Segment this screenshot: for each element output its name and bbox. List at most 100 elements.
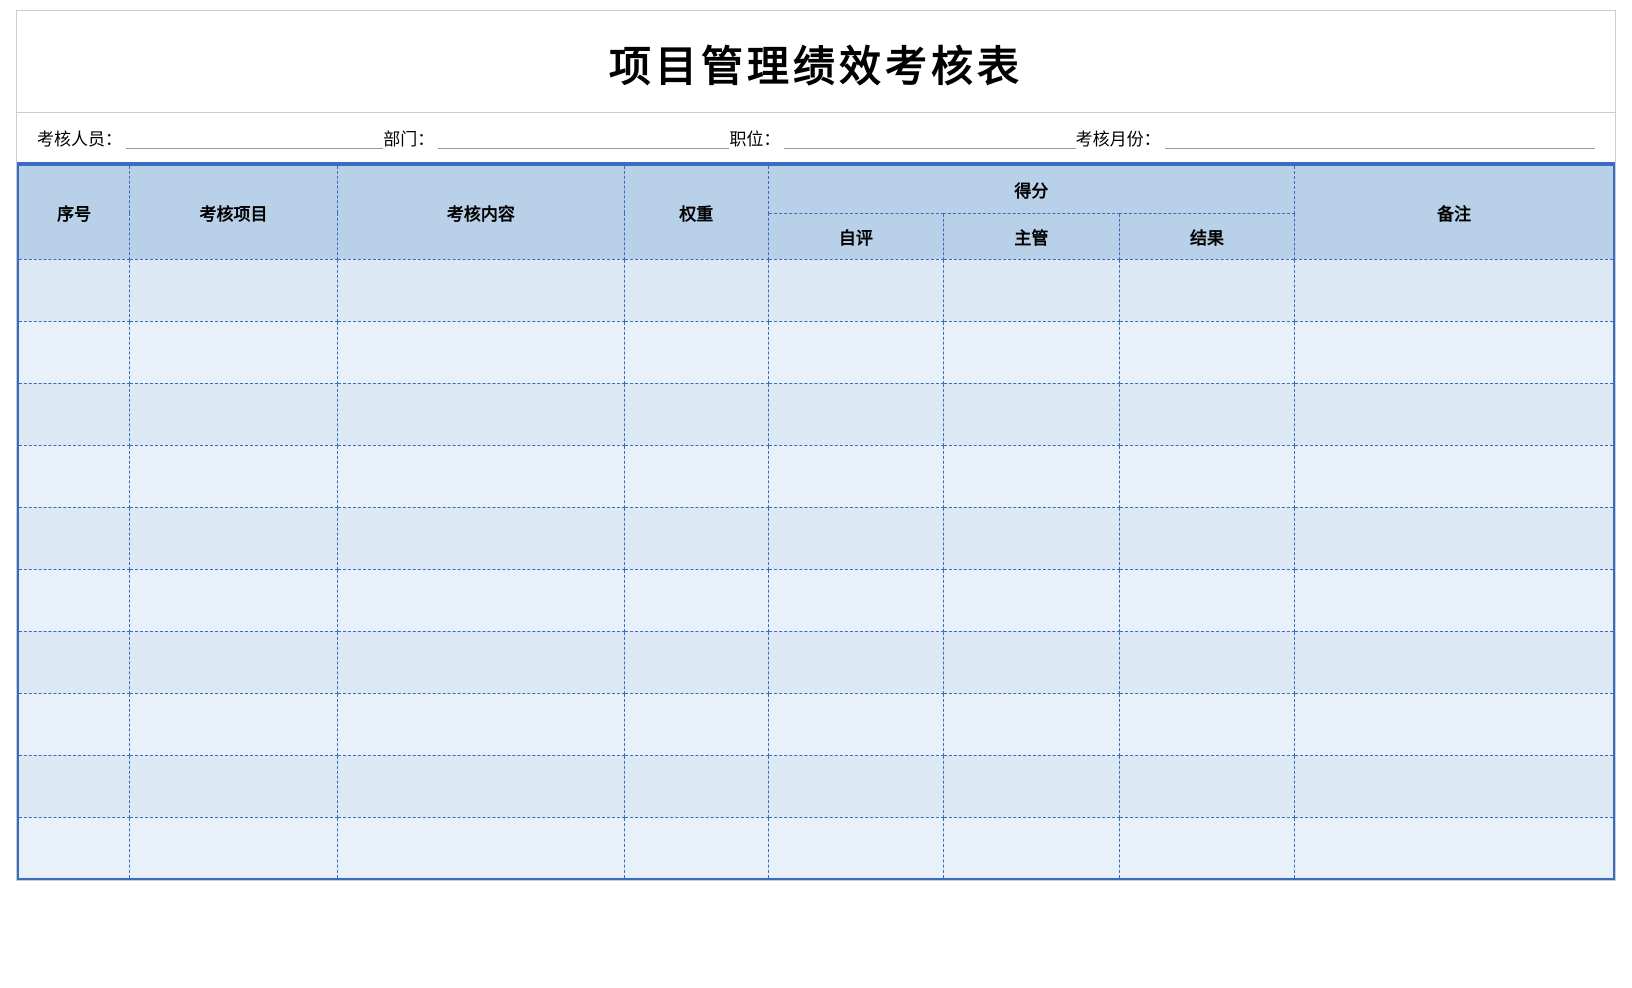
table-cell[interactable] — [768, 631, 944, 693]
position-field: 职位： — [729, 125, 1075, 150]
table-cell[interactable] — [1119, 259, 1295, 321]
table-cell[interactable] — [944, 817, 1120, 879]
table-cell[interactable] — [1295, 259, 1614, 321]
table-row — [18, 507, 1614, 569]
table-cell[interactable] — [130, 259, 337, 321]
table-cell[interactable] — [944, 569, 1120, 631]
table-cell[interactable] — [768, 321, 944, 383]
table-row — [18, 755, 1614, 817]
table-cell[interactable] — [1295, 631, 1614, 693]
reviewer-value[interactable] — [126, 127, 383, 149]
table-cell[interactable] — [337, 569, 624, 631]
table-cell[interactable] — [944, 755, 1120, 817]
table-cell[interactable] — [18, 755, 130, 817]
table-cell[interactable] — [337, 755, 624, 817]
table-cell[interactable] — [337, 817, 624, 879]
table-cell[interactable] — [1119, 631, 1295, 693]
table-cell[interactable] — [1119, 321, 1295, 383]
table-cell[interactable] — [130, 321, 337, 383]
table-cell[interactable] — [944, 631, 1120, 693]
table-cell[interactable] — [944, 445, 1120, 507]
table-cell[interactable] — [1295, 693, 1614, 755]
table-row — [18, 693, 1614, 755]
position-label: 职位： — [729, 125, 780, 150]
header-self-eval: 自评 — [768, 213, 944, 259]
table-cell[interactable] — [337, 445, 624, 507]
table-cell[interactable] — [18, 321, 130, 383]
table-cell[interactable] — [18, 693, 130, 755]
header-supervisor: 主管 — [944, 213, 1120, 259]
table-cell[interactable] — [130, 755, 337, 817]
table-cell[interactable] — [1119, 507, 1295, 569]
table-cell[interactable] — [1119, 383, 1295, 445]
header-seq: 序号 — [18, 165, 130, 259]
table-cell[interactable] — [337, 383, 624, 445]
table-cell[interactable] — [768, 383, 944, 445]
table-cell[interactable] — [1295, 383, 1614, 445]
department-label: 部门： — [383, 125, 434, 150]
position-value[interactable] — [784, 127, 1075, 149]
table-cell[interactable] — [944, 259, 1120, 321]
department-field: 部门： — [383, 125, 729, 150]
table-cell[interactable] — [1295, 569, 1614, 631]
table-cell[interactable] — [944, 693, 1120, 755]
table-row — [18, 569, 1614, 631]
table-cell[interactable] — [944, 507, 1120, 569]
table-cell[interactable] — [1295, 445, 1614, 507]
table-cell[interactable] — [18, 817, 130, 879]
table-cell[interactable] — [1295, 507, 1614, 569]
table-cell[interactable] — [337, 631, 624, 693]
table-cell[interactable] — [768, 259, 944, 321]
reviewer-label: 考核人员： — [37, 125, 122, 150]
table-cell[interactable] — [1295, 755, 1614, 817]
table-cell[interactable] — [1119, 817, 1295, 879]
table-body — [18, 259, 1614, 879]
table-cell[interactable] — [130, 631, 337, 693]
table-cell[interactable] — [768, 445, 944, 507]
table-cell[interactable] — [624, 755, 768, 817]
table-cell[interactable] — [18, 631, 130, 693]
table-cell[interactable] — [18, 259, 130, 321]
table-cell[interactable] — [624, 383, 768, 445]
department-value[interactable] — [438, 127, 729, 149]
table-cell[interactable] — [130, 817, 337, 879]
table-cell[interactable] — [1119, 569, 1295, 631]
table-cell[interactable] — [944, 383, 1120, 445]
table-cell[interactable] — [18, 445, 130, 507]
header-score-group: 得分 — [768, 165, 1295, 213]
table-cell[interactable] — [624, 693, 768, 755]
table-cell[interactable] — [1295, 321, 1614, 383]
table-cell[interactable] — [337, 259, 624, 321]
table-cell[interactable] — [624, 321, 768, 383]
table-cell[interactable] — [337, 507, 624, 569]
table-cell[interactable] — [130, 569, 337, 631]
table-cell[interactable] — [18, 507, 130, 569]
table-cell[interactable] — [1295, 817, 1614, 879]
table-cell[interactable] — [130, 445, 337, 507]
table-row — [18, 383, 1614, 445]
table-cell[interactable] — [18, 383, 130, 445]
table-cell[interactable] — [624, 259, 768, 321]
table-cell[interactable] — [1119, 693, 1295, 755]
table-cell[interactable] — [337, 693, 624, 755]
table-cell[interactable] — [18, 569, 130, 631]
table-cell[interactable] — [624, 817, 768, 879]
table-cell[interactable] — [130, 507, 337, 569]
table-cell[interactable] — [768, 755, 944, 817]
table-cell[interactable] — [1119, 445, 1295, 507]
table-cell[interactable] — [337, 321, 624, 383]
table-cell[interactable] — [768, 693, 944, 755]
table-cell[interactable] — [624, 445, 768, 507]
month-value[interactable] — [1165, 127, 1595, 149]
table-cell[interactable] — [1119, 755, 1295, 817]
table-cell[interactable] — [944, 321, 1120, 383]
table-cell[interactable] — [130, 383, 337, 445]
table-cell[interactable] — [624, 569, 768, 631]
table-cell[interactable] — [768, 817, 944, 879]
table-cell[interactable] — [130, 693, 337, 755]
month-field: 考核月份： — [1076, 125, 1595, 150]
table-cell[interactable] — [624, 507, 768, 569]
table-cell[interactable] — [768, 507, 944, 569]
table-cell[interactable] — [768, 569, 944, 631]
table-cell[interactable] — [624, 631, 768, 693]
